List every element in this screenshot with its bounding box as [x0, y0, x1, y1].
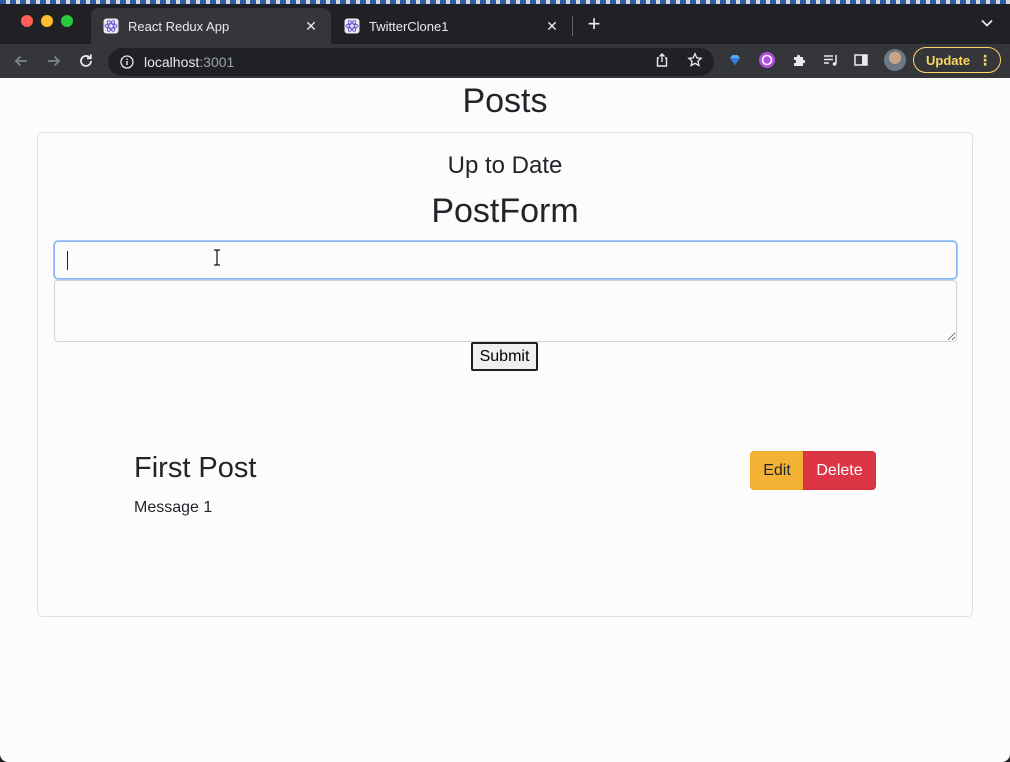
gem-extension-icon[interactable] — [726, 51, 744, 69]
tab-separator — [572, 16, 573, 36]
post-title-input[interactable] — [54, 241, 957, 279]
star-icon[interactable] — [686, 51, 704, 69]
minimize-window-button[interactable] — [41, 15, 53, 27]
posts-card: Up to Date PostForm Submit First Post Me… — [37, 132, 973, 617]
address-host: localhost — [144, 54, 200, 70]
post-message: Message 1 — [134, 499, 213, 516]
close-tab-icon[interactable]: ✕ — [303, 18, 319, 34]
browser-titlebar: React Redux App ✕ TwitterClone1 ✕ + — [0, 0, 1010, 44]
tab-twitterclone1[interactable]: TwitterClone1 ✕ — [332, 8, 572, 44]
profile-avatar[interactable] — [884, 49, 906, 71]
info-icon[interactable] — [120, 55, 134, 69]
close-window-button[interactable] — [21, 15, 33, 27]
puzzle-extensions-icon[interactable] — [790, 51, 808, 69]
tab-label: React Redux App — [128, 18, 230, 34]
maximize-window-button[interactable] — [61, 15, 73, 27]
postform-heading: PostForm — [431, 192, 579, 230]
reload-icon[interactable] — [76, 51, 96, 71]
page-viewport: Posts Up to Date PostForm Submit First P… — [0, 78, 1010, 762]
close-tab-icon[interactable]: ✕ — [544, 18, 560, 34]
back-arrow-icon[interactable] — [11, 51, 31, 71]
post-body-textarea[interactable] — [54, 280, 957, 342]
tab-react-redux-app[interactable]: React Redux App ✕ — [91, 8, 331, 44]
submit-button[interactable]: Submit — [471, 342, 538, 371]
page-title: Posts — [462, 82, 548, 120]
address-bar[interactable]: localhost:3001 — [108, 48, 714, 76]
post-title: First Post — [134, 452, 257, 484]
edit-button[interactable]: Edit — [750, 451, 804, 490]
new-tab-icon[interactable]: + — [583, 13, 605, 36]
purple-extension-icon[interactable] — [758, 51, 776, 69]
share-icon[interactable] — [653, 51, 671, 69]
status-subtitle: Up to Date — [447, 152, 563, 179]
ibeam-cursor-icon — [213, 249, 221, 266]
forward-arrow-icon[interactable] — [44, 51, 64, 71]
update-label: Update — [926, 52, 971, 68]
delete-button[interactable]: Delete — [803, 451, 876, 490]
text-caret — [67, 251, 68, 270]
address-port: :3001 — [199, 54, 235, 70]
media-queue-icon[interactable] — [822, 51, 840, 69]
update-button[interactable]: Update ⋮ — [913, 47, 1001, 73]
tab-label: TwitterClone1 — [369, 18, 449, 34]
react-favicon-icon — [344, 18, 360, 34]
side-panel-icon[interactable] — [852, 51, 870, 69]
react-favicon-icon — [103, 18, 119, 34]
chevron-down-icon[interactable] — [978, 14, 996, 32]
kebab-menu-icon[interactable]: ⋮ — [978, 52, 992, 68]
